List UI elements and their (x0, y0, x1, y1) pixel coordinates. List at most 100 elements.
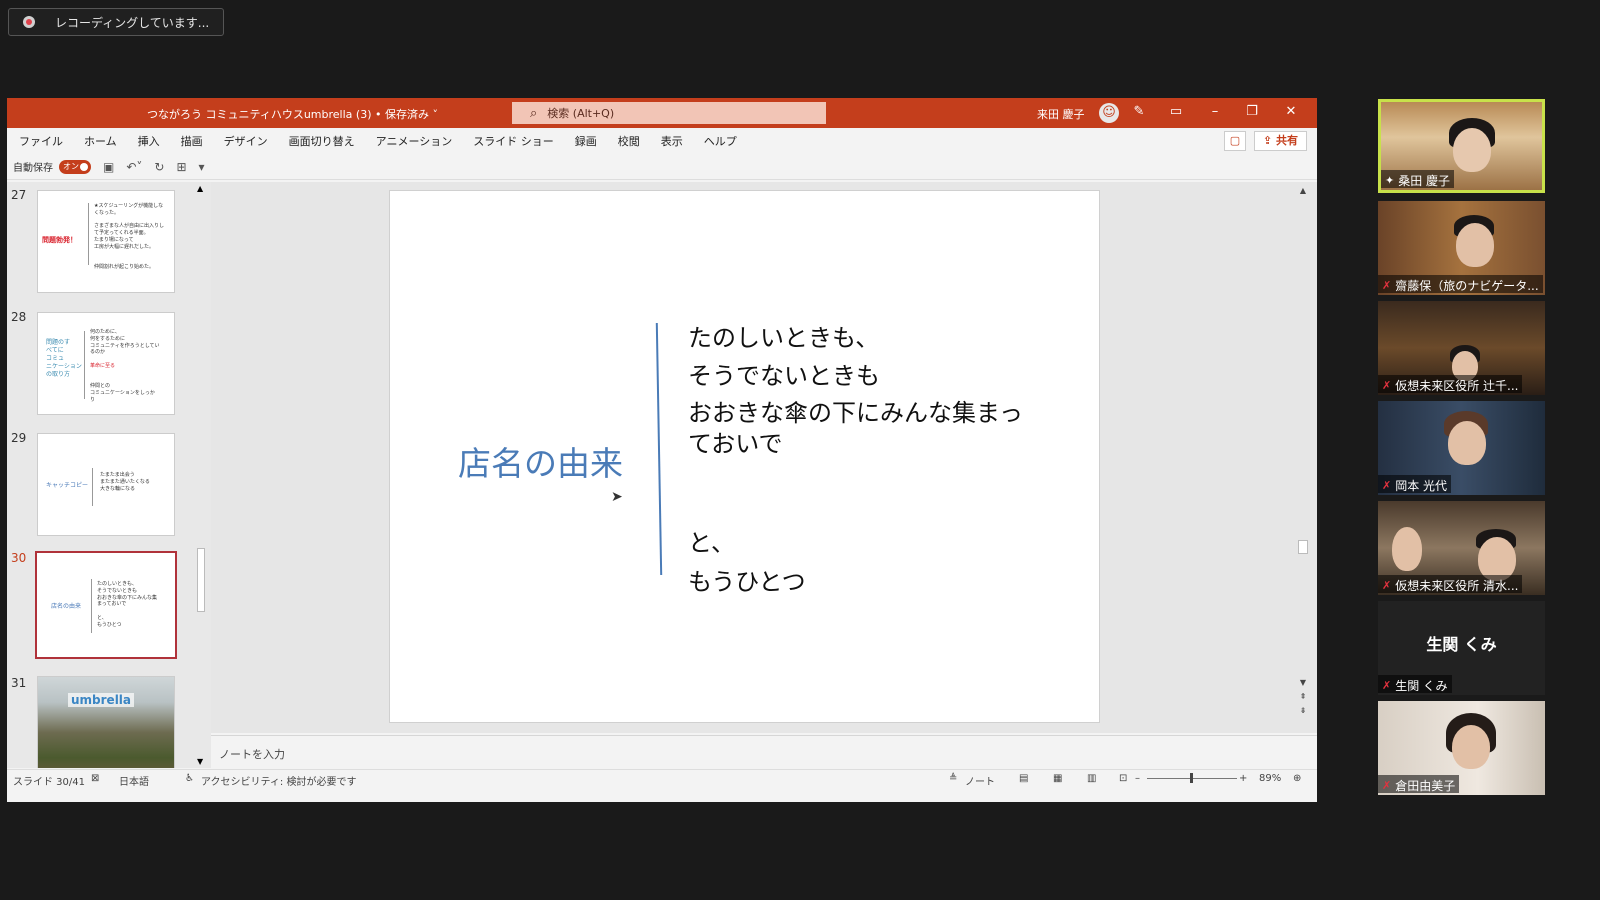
zoom-out-icon[interactable]: – (1135, 773, 1140, 784)
menu-draw[interactable]: 描画 (181, 133, 203, 149)
thumb-body: たまたま出会う またまた通いたくなる 大きな輪になる (100, 472, 150, 492)
thumb-title: キャッチコピー (46, 482, 89, 489)
quick-access-toolbar: 自動保存 オン ▣ ↶˅ ↻ ⊞ ▾ (7, 154, 1317, 180)
scroll-up-icon[interactable]: ▲ (1297, 186, 1309, 195)
slide-body[interactable]: たのしいときも、 そうでないときも おおきな傘の下にみんな集まっておいで と、 … (688, 319, 1028, 601)
participant-tile[interactable]: ✗ 岡本 光代 (1378, 401, 1545, 495)
slide-number: 29 (11, 431, 27, 445)
menu-slideshow[interactable]: スライド ショー (473, 133, 554, 149)
slide-thumbnail-selected[interactable]: 店名の由来 たのしいときも、 そうでないときも おおきな傘の下にみんな集 まって… (35, 551, 177, 659)
participant-name: 生関 くみ (1395, 678, 1448, 693)
autosave-toggle[interactable]: オン (59, 159, 91, 174)
slide-title[interactable]: 店名の由来 (458, 437, 623, 485)
slide-line: と、 (688, 529, 736, 558)
muted-mic-icon: ✗ (1382, 478, 1392, 492)
participant-tile-no-video[interactable]: 生関 くみ ✗ 生関 くみ (1378, 601, 1545, 695)
notes-icon[interactable]: ≜ (949, 773, 957, 784)
participant-tile[interactable]: ✗ 倉田由美子 (1378, 701, 1545, 795)
slide-editor: 店名の由来 たのしいときも、 そうでないときも おおきな傘の下にみんな集まってお… (211, 182, 1317, 733)
slide-thumbnail[interactable]: キャッチコピー たまたま出会う またまた通いたくなる 大きな輪になる (37, 433, 175, 536)
participant-tile[interactable]: ✗ 齋藤保（旅のナビゲータ... (1378, 201, 1545, 295)
restore-icon[interactable]: ❐ (1243, 104, 1261, 119)
thumb-body: ★スケジューリングが機能しな くなった。 さまざまな人が自由に出入りし て予定っ… (94, 203, 165, 270)
close-icon[interactable]: ✕ (1282, 104, 1300, 119)
slide-number-active: 30 (11, 551, 27, 565)
menu-record[interactable]: 録画 (575, 133, 597, 149)
scroll-thumb[interactable] (1298, 540, 1308, 554)
fit-slide-icon[interactable]: ⊕ (1293, 773, 1301, 784)
slideshow-icon[interactable]: ⊡ (1119, 773, 1127, 784)
menu-design[interactable]: デザイン (224, 133, 268, 149)
next-slide-icon[interactable]: ⇟ (1297, 706, 1309, 715)
reading-view-icon[interactable]: ▥ (1087, 773, 1096, 784)
menu-help[interactable]: ヘルプ (704, 133, 737, 149)
mouse-pointer-icon: ➤ (611, 489, 623, 505)
language[interactable]: 日本語 (119, 773, 149, 788)
slide-thumbnail[interactable]: umbrella (37, 676, 175, 768)
undo-icon[interactable]: ↶˅ (126, 160, 142, 174)
share-button[interactable]: ⇪ 共有 (1253, 131, 1307, 151)
participant-face (1448, 421, 1486, 465)
zoom-slider-knob[interactable] (1190, 773, 1193, 783)
autosave-label: 自動保存 (13, 163, 53, 174)
menu-view[interactable]: 表示 (661, 133, 683, 149)
user-avatar-icon[interactable]: ☺ (1099, 103, 1119, 123)
participant-tile[interactable]: ✗ 仮想未来区役所 清水... (1378, 501, 1545, 595)
menu-insert[interactable]: 挿入 (138, 133, 160, 149)
participant-tile[interactable]: ✗ 仮想未来区役所 辻千... (1378, 301, 1545, 395)
share-label: 共有 (1276, 134, 1298, 147)
slide-line: おおきな傘の下にみんな集まっておいで (688, 398, 1024, 458)
accessibility-status[interactable]: アクセシビリティ: 検討が必要です (201, 773, 356, 788)
slide-line: もうひとつ (688, 567, 806, 596)
pen-icon[interactable]: ✎ (1130, 104, 1148, 119)
scroll-down-icon[interactable]: ▼ (1297, 678, 1309, 687)
previous-slide-icon[interactable]: ⇞ (1297, 692, 1309, 701)
save-icon[interactable]: ▣ (103, 160, 114, 174)
notes-button[interactable]: ノート (965, 773, 995, 788)
participant-face (1453, 128, 1491, 172)
thumb-title: 問題のす べてに コミュ ニケーション の取り方 (46, 339, 82, 379)
slide-number: 31 (11, 676, 27, 690)
search-placeholder: 検索 (Alt+Q) (547, 107, 615, 120)
thumbnail-scrollbar[interactable]: ▲ ▼ (195, 182, 207, 768)
muted-mic-icon: ✗ (1382, 778, 1392, 792)
ribbon-display-icon[interactable]: ▭ (1167, 104, 1185, 119)
menu-transitions[interactable]: 画面切り替え (289, 133, 355, 149)
zoom-in-icon[interactable]: + (1239, 773, 1247, 784)
participant-tile-active[interactable]: ✦ 桑田 慶子 (1378, 99, 1545, 193)
participant-label: ✗ 倉田由美子 (1378, 775, 1460, 793)
menu-home[interactable]: ホーム (84, 133, 117, 149)
record-icon (23, 16, 35, 28)
slide-thumbnail[interactable]: 問題のす べてに コミュ ニケーション の取り方 何のために、 何をするために … (37, 312, 175, 415)
menu-animations[interactable]: アニメーション (376, 133, 453, 149)
customize-toolbar-icon[interactable]: ▾ (199, 160, 205, 174)
minimize-icon[interactable]: – (1206, 104, 1224, 119)
thumb-divider (88, 203, 89, 265)
slide-thumbnail-pane: 27 問題勃発！ ★スケジューリングが機能しな くなった。 さまざまな人が自由に… (7, 182, 211, 768)
thumb-title: 問題勃発！ (42, 236, 77, 244)
participant-name: 仮想未来区役所 辻千... (1395, 378, 1519, 393)
search-input[interactable]: ⌕ 検索 (Alt+Q) (512, 102, 826, 124)
scroll-up-icon[interactable]: ▲ (197, 184, 203, 193)
slide-count: スライド 30/41 (13, 777, 85, 788)
notes-pane[interactable]: ノートを入力 (211, 735, 1317, 769)
zoom-level[interactable]: 89% (1259, 773, 1281, 784)
present-icon[interactable]: ⊞ (176, 160, 186, 174)
normal-view-icon[interactable]: ▤ (1019, 773, 1028, 784)
accessibility-icon[interactable]: ♿ (185, 773, 194, 784)
participant-label: ✦ 桑田 慶子 (1381, 170, 1455, 188)
slide-thumbnail[interactable]: 問題勃発！ ★スケジューリングが機能しな くなった。 さまざまな人が自由に出入り… (37, 190, 175, 293)
scroll-down-icon[interactable]: ▼ (197, 757, 203, 766)
redo-icon[interactable]: ↻ (154, 160, 164, 174)
editor-scrollbar[interactable]: ▲ ▼ ⇞ ⇟ (1297, 186, 1309, 726)
current-slide[interactable]: 店名の由来 たのしいときも、 そうでないときも おおきな傘の下にみんな集まってお… (389, 190, 1100, 723)
menu-review[interactable]: 校閲 (618, 133, 640, 149)
muted-mic-icon: ✗ (1382, 378, 1392, 392)
spellcheck-icon[interactable]: ⊠ (91, 773, 99, 784)
scroll-thumb[interactable] (197, 548, 205, 612)
comment-icon[interactable]: ▢ (1223, 131, 1246, 151)
document-title[interactable]: つながろう コミュニティハウスumbrella (3) • 保存済み ˅ (147, 106, 438, 122)
slide-sorter-icon[interactable]: ▦ (1053, 773, 1062, 784)
menu-file[interactable]: ファイル (19, 133, 63, 149)
user-name[interactable]: 来田 慶子 (1037, 106, 1085, 122)
